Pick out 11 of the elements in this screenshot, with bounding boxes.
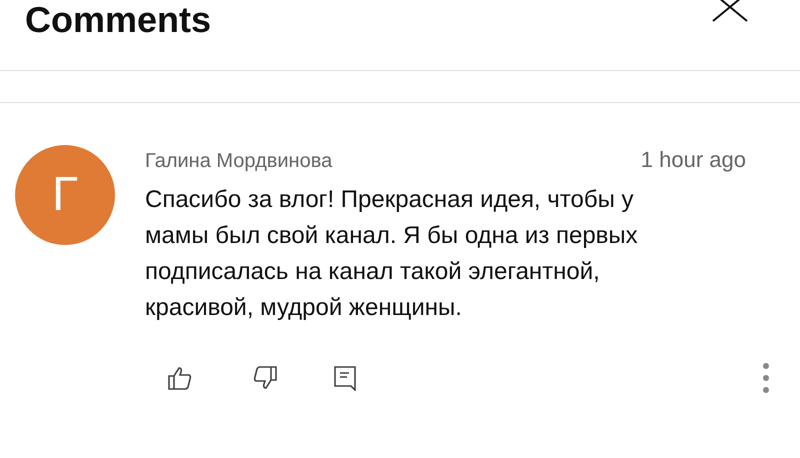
comment-icon (333, 365, 357, 391)
comment-text: Спасибо за влог! Прекрасная идея, чтобы у мамы был свой канал. Я бы одна из первых подписалась на канал такой элегантной, красивой, мудрой женщины. (145, 185, 639, 323)
close-icon (712, 0, 748, 22)
close-button[interactable] (710, 0, 750, 24)
panel-title: Comments (25, 2, 212, 38)
thumbs-up-icon (167, 365, 193, 391)
more-icon (762, 362, 770, 394)
author-name[interactable]: Галина Мордвинова (145, 146, 332, 176)
avatar: Г (15, 145, 115, 245)
thumbs-down-icon (252, 365, 278, 391)
comment-time: 1 hour ago (640, 146, 746, 174)
